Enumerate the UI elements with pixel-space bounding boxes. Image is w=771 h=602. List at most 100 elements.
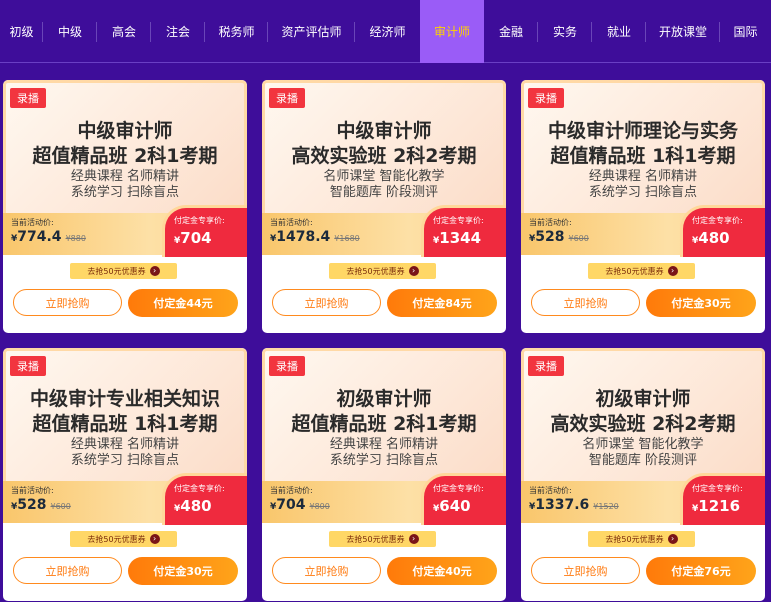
- current-price-label: 当前活动价:: [11, 218, 54, 227]
- pay-deposit-button[interactable]: 付定金76元: [646, 557, 756, 585]
- current-price: ¥774.4 ¥880: [11, 229, 86, 245]
- current-price: ¥704 ¥800: [270, 497, 330, 513]
- coupon-label: 去抢50元优惠券: [346, 534, 405, 544]
- deposit-price: ¥480: [174, 497, 212, 515]
- deposit-price-value: 480: [180, 497, 212, 515]
- course-title: 中级审计师 超值精品班 2科1考期: [6, 119, 244, 169]
- course-card[interactable]: 录播 初级审计师 高效实验班 2科2考期 名师课堂 智能化教学 智能题库 阶段测评 …: [521, 348, 765, 601]
- course-features: 经典课程 名师精讲 系统学习 扫除盲点: [265, 437, 503, 469]
- recorded-tag: 录播: [10, 88, 46, 108]
- original-price: ¥600: [568, 234, 589, 243]
- chevron-right-icon: ›: [667, 534, 678, 544]
- pay-deposit-button[interactable]: 付定金84元: [387, 289, 497, 317]
- chevron-right-icon: ›: [667, 266, 678, 276]
- original-price: ¥800: [309, 502, 330, 511]
- nav-tab[interactable]: 就业: [592, 0, 646, 63]
- current-price-label: 当前活动价:: [270, 486, 313, 495]
- deposit-price-badge: 付定金专享价: ¥1216: [680, 473, 765, 525]
- deposit-price-label: 付定金专享价:: [174, 484, 225, 493]
- feature-line: 经典课程 名师精讲: [329, 437, 439, 452]
- price-strip: 当前活动价: ¥528 ¥600 付定金专享价: ¥480: [3, 473, 247, 525]
- feature-line: 系统学习 扫除盲点: [588, 185, 698, 200]
- deposit-price-value: 1344: [439, 229, 482, 247]
- coupon-button[interactable]: 去抢50元优惠券 ›: [70, 263, 177, 279]
- deposit-price-badge: 付定金专享价: ¥1344: [421, 205, 506, 257]
- course-card[interactable]: 录播 初级审计师 超值精品班 2科1考期 经典课程 名师精讲 系统学习 扫除盲点 当…: [262, 348, 506, 601]
- chevron-right-icon: ›: [408, 534, 419, 544]
- coupon-button[interactable]: 去抢50元优惠券 ›: [329, 531, 436, 547]
- buy-now-button[interactable]: 立即抢购: [272, 289, 381, 316]
- course-title: 初级审计师超值精品班 2科1考期: [265, 387, 503, 437]
- nav-tab[interactable]: 税务师: [205, 0, 268, 63]
- nav-tab[interactable]: 初级: [0, 0, 43, 63]
- coupon-button[interactable]: 去抢50元优惠券 ›: [588, 263, 695, 279]
- buy-now-button[interactable]: 立即抢购: [13, 289, 122, 316]
- nav-tab[interactable]: 注会: [151, 0, 205, 63]
- current-price: ¥528 ¥600: [11, 497, 71, 513]
- deposit-price: ¥704: [174, 229, 212, 247]
- coupon-button[interactable]: 去抢50元优惠券 ›: [70, 531, 177, 547]
- course-card[interactable]: 录播 中级审计师 高效实验班 2科2考期 名师课堂 智能化教学 智能题库 阶段测评 …: [262, 80, 506, 333]
- feature-line: 系统学习 扫除盲点: [329, 453, 439, 468]
- price-strip: 当前活动价: ¥1478.4 ¥1680 付定金专享价: ¥1344: [262, 205, 506, 257]
- feature-line: 系统学习 扫除盲点: [70, 453, 180, 468]
- nav-tab[interactable]: 高会: [97, 0, 151, 63]
- pay-deposit-button[interactable]: 付定金44元: [128, 289, 238, 317]
- deposit-price: ¥480: [692, 229, 730, 247]
- buy-now-button[interactable]: 立即抢购: [13, 557, 122, 584]
- course-card[interactable]: 录播 中级审计师理论与实务 超值精品班 1科1考期 经典课程 名师精讲 系统学习 扫…: [521, 80, 765, 333]
- course-title: 中级审计师高效实验班 2科2考期: [265, 119, 503, 169]
- pay-deposit-button[interactable]: 付定金30元: [128, 557, 238, 585]
- deposit-price: ¥640: [433, 497, 471, 515]
- deposit-price-value: 704: [180, 229, 212, 247]
- coupon-button[interactable]: 去抢50元优惠券 ›: [588, 531, 695, 547]
- nav-tab[interactable]: 实务: [538, 0, 592, 63]
- pay-deposit-button[interactable]: 付定金40元: [387, 557, 497, 585]
- original-price: ¥1520: [593, 502, 619, 511]
- deposit-price-badge: 付定金专享价: ¥480: [162, 473, 247, 525]
- current-price: ¥528 ¥600: [529, 229, 589, 245]
- buy-now-button[interactable]: 立即抢购: [531, 289, 640, 316]
- feature-line: 系统学习 扫除盲点: [70, 185, 180, 200]
- coupon-label: 去抢50元优惠券: [605, 534, 664, 544]
- nav-tab[interactable]: 开放课堂: [646, 0, 720, 63]
- coupon-label: 去抢50元优惠券: [605, 266, 664, 276]
- nav-tab[interactable]: 资产评估师: [268, 0, 355, 63]
- buy-now-button[interactable]: 立即抢购: [531, 557, 640, 584]
- course-card[interactable]: 录播 中级审计师 超值精品班 2科1考期 经典课程 名师精讲 系统学习 扫除盲点 当…: [3, 80, 247, 333]
- recorded-tag: 录播: [528, 88, 564, 108]
- nav-tab[interactable]: 国际: [720, 0, 771, 63]
- recorded-tag: 录播: [10, 356, 46, 376]
- title-line: 高效实验班 2科2考期: [291, 145, 477, 167]
- title-line: 中级审计师: [336, 120, 432, 142]
- nav-tab[interactable]: 金融: [484, 0, 538, 63]
- course-card[interactable]: 录播 中级审计专业相关知识 超值精品班 1科1考期 经典课程 名师精讲 系统学习 扫…: [3, 348, 247, 601]
- coupon-button[interactable]: 去抢50元优惠券 ›: [329, 263, 436, 279]
- nav-tab[interactable]: 审计师: [420, 0, 484, 63]
- title-line: 初级审计师: [336, 388, 432, 410]
- nav-tab[interactable]: 经济师: [355, 0, 420, 63]
- price-strip: 当前活动价: ¥1337.6 ¥1520 付定金专享价: ¥1216: [521, 473, 765, 525]
- price-strip: 当前活动价: ¥774.4 ¥880 付定金专享价: ¥704: [3, 205, 247, 257]
- buy-now-button[interactable]: 立即抢购: [272, 557, 381, 584]
- deposit-price-label: 付定金专享价:: [692, 484, 743, 493]
- deposit-price-badge: 付定金专享价: ¥480: [680, 205, 765, 257]
- title-line: 中级审计师: [77, 120, 173, 142]
- course-title: 中级审计师理论与实务 超值精品班 1科1考期: [524, 119, 762, 169]
- course-features: 经典课程 名师精讲 系统学习 扫除盲点: [6, 437, 244, 469]
- deposit-price: ¥1216: [692, 497, 740, 515]
- current-price: ¥1478.4 ¥1680: [270, 229, 360, 245]
- coupon-label: 去抢50元优惠券: [87, 266, 146, 276]
- recorded-tag: 录播: [269, 88, 305, 108]
- chevron-right-icon: ›: [149, 534, 160, 544]
- feature-line: 名师课堂 智能化教学: [582, 437, 704, 452]
- current-price: ¥1337.6 ¥1520: [529, 497, 619, 513]
- pay-deposit-button[interactable]: 付定金30元: [646, 289, 756, 317]
- course-features: 名师课堂 智能化教学 智能题库 阶段测评: [265, 169, 503, 201]
- feature-line: 智能题库 阶段测评: [588, 453, 698, 468]
- nav-tab[interactable]: 中级: [43, 0, 97, 63]
- price-strip: 当前活动价: ¥704 ¥800 付定金专享价: ¥640: [262, 473, 506, 525]
- original-price: ¥1680: [334, 234, 360, 243]
- deposit-price-value: 1216: [698, 497, 741, 515]
- title-line: 超值精品班 2科1考期: [291, 413, 477, 435]
